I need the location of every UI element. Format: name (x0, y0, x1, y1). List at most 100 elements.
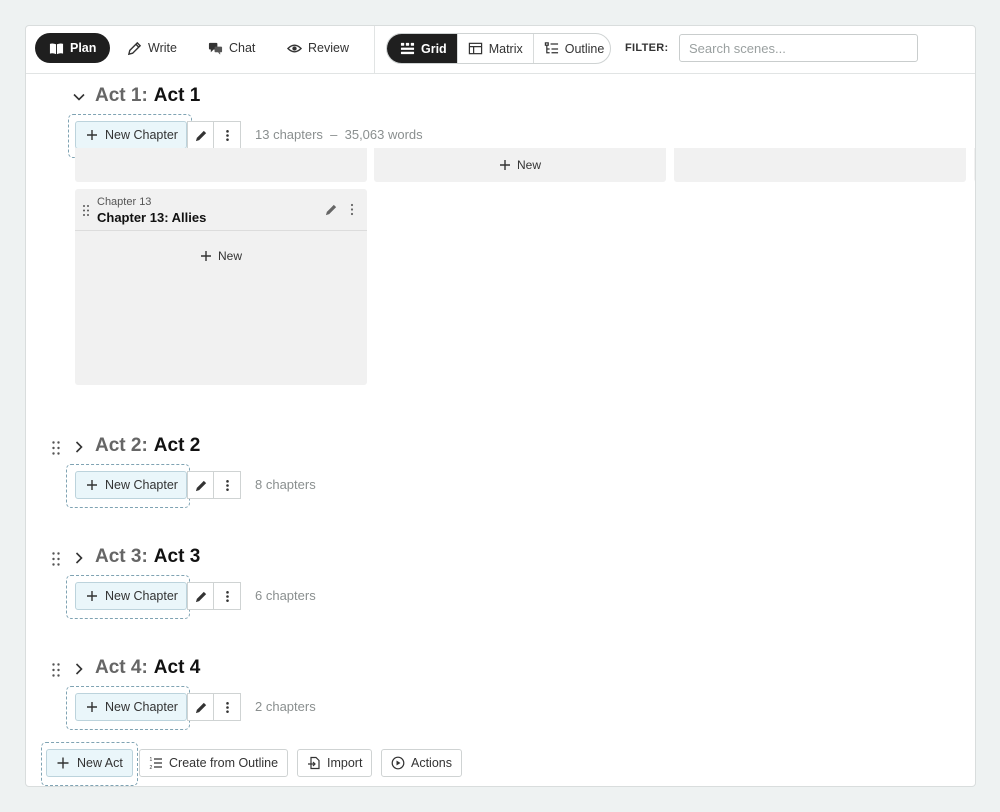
act-title[interactable]: Act 3: Act 3 (95, 546, 200, 568)
drag-handle-icon[interactable] (51, 440, 61, 456)
actions-button[interactable]: Actions (381, 749, 462, 777)
chevron-right-icon[interactable] (72, 662, 86, 676)
plus-icon (87, 480, 97, 490)
plus-icon (87, 702, 97, 712)
create-from-outline-button[interactable]: 12 Create from Outline (139, 749, 289, 777)
pencil-icon[interactable] (325, 203, 338, 216)
outline-view-label: Outline (564, 41, 605, 56)
more-vertical-icon (225, 129, 229, 141)
new-chapter-button[interactable]: New Chapter (75, 121, 187, 149)
outline-view-button[interactable]: Outline (534, 34, 610, 63)
act-meta: 8 chapters (255, 477, 316, 492)
svg-text:1: 1 (150, 757, 153, 763)
more-options-button[interactable] (213, 471, 241, 499)
plus-icon (57, 757, 69, 769)
new-act-label: New Act (77, 756, 123, 770)
drag-handle-icon[interactable] (82, 204, 90, 217)
act-meta: 2 chapters (255, 699, 316, 714)
chevron-right-icon[interactable] (72, 440, 86, 454)
chapter-number: Chapter 13 (97, 196, 152, 208)
story-plan-panel: Plan Write Chat Review Grid Matrix Outli… (25, 25, 976, 787)
matrix-view-label: Matrix (488, 41, 523, 56)
plan-mode-label: Plan (70, 41, 97, 55)
more-vertical-icon[interactable] (347, 203, 357, 216)
chat-mode-button[interactable]: Chat (194, 33, 269, 63)
chevron-down-icon[interactable] (72, 90, 86, 104)
chevron-right-icon[interactable] (72, 551, 86, 565)
create-from-outline-label: Create from Outline (169, 756, 279, 770)
review-mode-label: Review (308, 41, 349, 55)
view-switcher: Grid Matrix Outline (386, 33, 611, 64)
chapter-card-header: Chapter 13 Chapter 13: Allies (75, 189, 367, 231)
play-circle-icon (391, 756, 405, 770)
chapter-card-bottom (75, 148, 367, 182)
edit-act-button[interactable] (187, 693, 215, 721)
plan-mode-button[interactable]: Plan (35, 33, 111, 63)
filter-label: FILTER: (625, 42, 669, 54)
grid-icon (400, 42, 415, 55)
new-scene-label: New (516, 158, 541, 172)
write-mode-label: Write (148, 41, 177, 55)
chat-icon (208, 42, 223, 55)
new-chapter-label: New Chapter (105, 700, 178, 714)
more-vertical-icon (225, 590, 229, 602)
plus-icon (499, 160, 510, 170)
plus-icon (87, 591, 97, 601)
edit-act-button[interactable] (187, 582, 215, 610)
pencil-icon (127, 41, 142, 55)
act-title[interactable]: Act 1: Act 1 (95, 85, 200, 107)
toolbar: Plan Write Chat Review Grid Matrix Outli… (26, 26, 975, 74)
chat-mode-label: Chat (229, 41, 256, 55)
pencil-icon (195, 130, 206, 141)
new-act-button[interactable]: New Act (46, 749, 133, 777)
review-mode-button[interactable]: Review (273, 33, 363, 63)
pencil-icon (195, 480, 206, 491)
plus-icon (200, 251, 211, 261)
drag-handle-icon[interactable] (51, 551, 61, 567)
act-title[interactable]: Act 2: Act 2 (95, 435, 200, 457)
drag-handle-icon[interactable] (51, 662, 61, 678)
new-chapter-button[interactable]: New Chapter (75, 582, 187, 610)
new-chapter-button[interactable]: New Chapter (75, 693, 187, 721)
edit-act-button[interactable] (187, 471, 215, 499)
footer-actions: New Act 12 Create from Outline Import Ac… (26, 740, 975, 786)
more-vertical-icon (225, 701, 229, 713)
new-chapter-button[interactable]: New Chapter (75, 471, 187, 499)
more-options-button[interactable] (213, 121, 241, 149)
chapter-title[interactable]: Chapter 13: Allies (97, 210, 206, 225)
write-mode-button[interactable]: Write (113, 33, 191, 63)
eye-icon (287, 44, 302, 52)
search-input[interactable] (679, 34, 918, 62)
new-chapter-label: New Chapter (105, 128, 178, 142)
grid-view-label: Grid (421, 41, 447, 56)
import-icon (308, 756, 320, 770)
act-meta: 13 chapters – 35,063 words (255, 127, 423, 142)
more-options-button[interactable] (213, 693, 241, 721)
chapter-card: Chapter 13 Chapter 13: Allies New (75, 189, 367, 385)
table-icon (468, 42, 482, 55)
import-button[interactable]: Import (297, 749, 373, 777)
svg-text:2: 2 (150, 765, 153, 770)
import-label: Import (327, 756, 363, 770)
outline-icon (544, 42, 558, 54)
toolbar-divider (374, 26, 375, 73)
chapter-card-bottom: New (374, 148, 666, 182)
book-icon (49, 42, 64, 54)
numbered-list-icon: 12 (150, 757, 162, 770)
more-vertical-icon (225, 479, 229, 491)
chapter-card-bottom (974, 148, 975, 182)
plus-icon (87, 130, 97, 140)
more-options-button[interactable] (213, 582, 241, 610)
act-title[interactable]: Act 4: Act 4 (95, 657, 200, 679)
new-chapter-label: New Chapter (105, 478, 178, 492)
grid-view-button[interactable]: Grid (387, 34, 458, 63)
chapter-card-bottom (674, 148, 966, 182)
pencil-icon (195, 702, 206, 713)
new-scene-button[interactable]: New (374, 148, 666, 182)
actions-label: Actions (411, 756, 452, 770)
new-chapter-label: New Chapter (105, 589, 178, 603)
new-scene-button[interactable]: New (75, 249, 367, 263)
edit-act-button[interactable] (187, 121, 215, 149)
new-scene-label: New (217, 249, 242, 263)
matrix-view-button[interactable]: Matrix (458, 34, 534, 63)
